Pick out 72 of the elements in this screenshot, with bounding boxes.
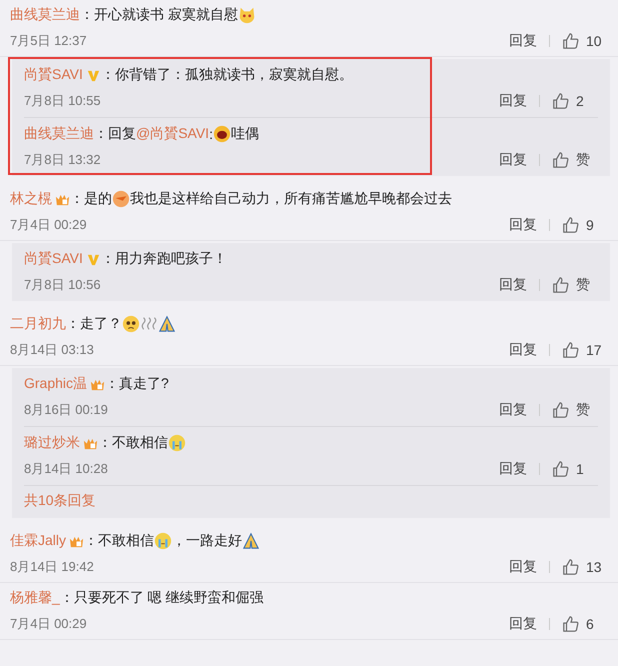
like-count: 赞	[576, 151, 591, 169]
like-count: 赞	[576, 276, 591, 294]
timestamp: 8月14日 03:13	[10, 341, 94, 359]
comment-text: ：不敢相信	[98, 434, 168, 452]
crying-face-icon	[168, 434, 186, 452]
comment-text: 我也是这样给自己动力，所有痛苦尴尬早晚都会过去	[130, 190, 452, 208]
timestamp: 7月8日 10:55	[24, 92, 101, 110]
reply-link[interactable]: 回复	[509, 558, 537, 576]
comment-text: ：是的	[70, 190, 112, 208]
timestamp: 8月14日 10:28	[24, 460, 108, 478]
user-name[interactable]: 杨雅馨_	[10, 589, 60, 607]
laughing-face-icon	[212, 125, 231, 143]
user-name[interactable]: 曲线莫兰迪	[10, 6, 80, 24]
like-count: 9	[586, 217, 595, 233]
user-name[interactable]: 尚贇SAVI	[24, 66, 83, 84]
comment-text: ：走了？	[66, 315, 122, 333]
timestamp: 8月14日 19:42	[10, 558, 94, 576]
like-count: 10	[586, 33, 603, 49]
more-replies-link[interactable]: 共10条回复	[24, 486, 598, 518]
like-count: 6	[586, 616, 595, 632]
reply-link[interactable]: 回复	[509, 216, 537, 234]
reply-link[interactable]: 回复	[499, 151, 527, 169]
user-name[interactable]: 尚贇SAVI	[24, 250, 83, 268]
crying-face-icon	[154, 532, 172, 550]
reply-link[interactable]: 回复	[499, 460, 527, 478]
timestamp: 8月16日 00:19	[24, 401, 108, 419]
user-name[interactable]: 林之榥	[10, 190, 52, 208]
reply-link[interactable]: 回复	[499, 276, 527, 294]
thumbs-up-icon[interactable]	[552, 401, 570, 419]
thumbs-up-icon[interactable]	[552, 276, 570, 294]
thumbs-up-icon[interactable]	[562, 32, 580, 50]
comment-text: ：用力奔跑吧孩子！	[100, 250, 227, 268]
user-name[interactable]: Graphic温	[24, 375, 88, 393]
comment-text: ：真走了?	[105, 375, 169, 393]
user-name[interactable]: 二月初九	[10, 315, 66, 333]
comment-text: ：不敢相信	[84, 532, 154, 550]
user-name[interactable]: 曲线莫兰迪	[24, 125, 94, 143]
thumbs-up-icon[interactable]	[562, 615, 580, 633]
timestamp: 7月4日 00:29	[10, 615, 87, 633]
reply-link[interactable]: 回复	[509, 341, 537, 359]
cat-face-icon	[238, 6, 256, 24]
thumbs-up-icon[interactable]	[552, 151, 570, 169]
pleading-face-icon	[122, 315, 140, 333]
comment-text: ：只要死不了 嗯 继续野蛮和倔强	[60, 589, 264, 607]
reply-link[interactable]: 回复	[499, 92, 527, 110]
comment-text: :	[209, 126, 213, 142]
comment-text: ：回复	[94, 125, 136, 143]
comment-text: ：开心就读书 寂寞就自慰	[80, 6, 238, 24]
timestamp: 7月4日 00:29	[10, 216, 87, 234]
user-name[interactable]: 璐过炒米	[24, 434, 80, 452]
thumbs-up-icon[interactable]	[552, 460, 570, 478]
mention-link[interactable]: @尚贇SAVI	[136, 125, 210, 143]
thumbs-up-icon[interactable]	[552, 92, 570, 110]
reply-link[interactable]: 回复	[509, 32, 537, 50]
like-count: 2	[576, 93, 585, 109]
comment-text: 哇偶	[230, 125, 259, 143]
thumbs-up-icon[interactable]	[562, 558, 580, 576]
thumbs-up-icon[interactable]	[562, 216, 580, 234]
reply-link[interactable]: 回复	[499, 401, 527, 419]
comment-text: ，一路走好	[172, 532, 242, 550]
timestamp: 7月5日 12:37	[10, 32, 87, 50]
emoji-icon	[112, 190, 130, 208]
like-count: 1	[576, 461, 585, 477]
thumbs-up-icon[interactable]	[562, 341, 580, 359]
like-count: 17	[586, 342, 603, 358]
timestamp: 7月8日 10:56	[24, 276, 101, 294]
timestamp: 7月8日 13:32	[24, 151, 101, 169]
reply-link[interactable]: 回复	[509, 615, 537, 633]
comment-text: ：你背错了：孤独就读书，寂寞就自慰。	[100, 66, 353, 84]
like-count: 赞	[576, 401, 591, 419]
like-count: 13	[586, 559, 603, 575]
user-name[interactable]: 佳霖Jally	[10, 532, 66, 550]
